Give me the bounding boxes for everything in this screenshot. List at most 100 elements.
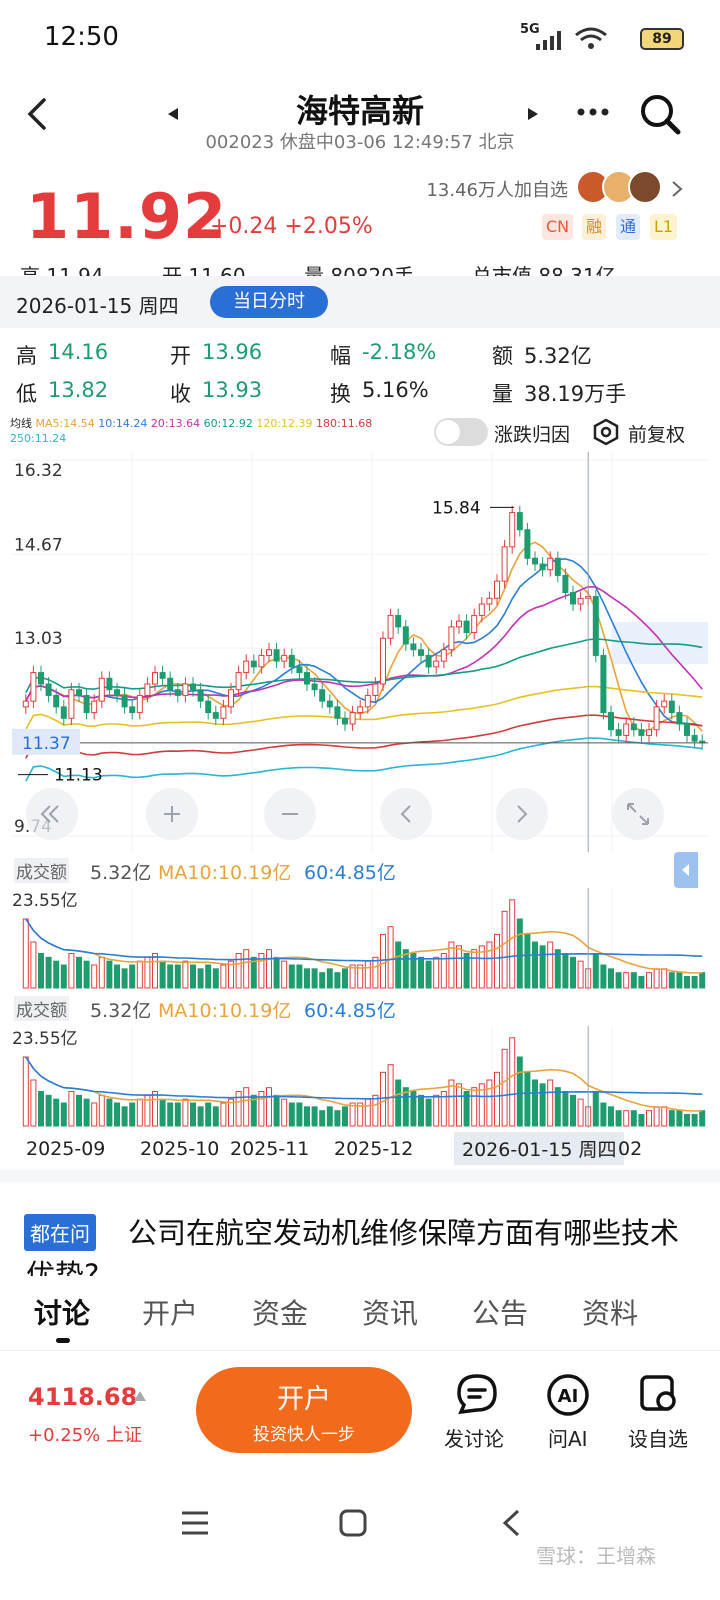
candle-body [68,689,75,719]
min-price-label: 11.13 [54,766,103,786]
candle-body [638,729,645,736]
qa-card[interactable]: 都在问 公司在航空发动机维修保障方面有哪些技术优势? [0,1170,720,1276]
volume-bar [623,1110,630,1127]
status-bar: 12:50 5G 89 [0,0,720,78]
ask-ai-icon[interactable]: AI [546,1373,590,1417]
tab-profile[interactable]: 资料 [582,1292,638,1332]
candle-body [288,654,295,668]
ma-legend: 均线 MA5:14.54 10:14.24 20:13.64 60:12.92 … [10,416,430,450]
volume-ma60-line [25,918,703,962]
volume-bar [273,1094,280,1127]
day-amount: 5.32亿 [524,344,592,368]
volume-bar [129,964,136,989]
index-value[interactable]: 4118.68 [28,1383,137,1411]
candle-body [182,683,189,696]
rise-fall-label[interactable]: 涨跌归因 [494,420,570,447]
adjust-icon[interactable] [592,418,620,446]
volume-bar [266,1087,272,1127]
volume-bar [76,1094,82,1127]
volume-bar [471,1087,478,1127]
candle-body [425,654,432,668]
volume-bar [121,1106,128,1127]
candle-body [524,529,531,559]
volume-bar [562,953,569,989]
post-discussion-label[interactable]: 发讨论 [444,1423,504,1452]
add-watchlist-icon[interactable] [638,1373,680,1415]
candle-body [311,683,318,691]
volume-bar [433,956,440,989]
tab-open-account[interactable]: 开户 [142,1292,198,1332]
candle-body [661,700,668,708]
volume-bar [304,968,310,989]
open-account-button[interactable]: 开户 投资快人一步 [196,1367,412,1453]
followers-count[interactable]: 13.46万人加自选 [426,176,568,202]
post-discussion-icon[interactable] [456,1373,498,1415]
volume-bar [182,1098,189,1127]
system-back-icon[interactable] [500,1508,522,1538]
candle-body [448,626,455,651]
tab-announcements[interactable]: 公告 [472,1292,528,1332]
candle-body [684,723,690,736]
volume-bar [152,1091,158,1127]
volume-bar [22,918,29,989]
tab-capital[interactable]: 资金 [252,1292,308,1332]
volume-bar [38,953,44,989]
candle-body [220,706,227,719]
tab-news[interactable]: 资讯 [362,1292,418,1332]
add-watchlist-label[interactable]: 设自选 [628,1423,688,1452]
volume-bar [319,1110,326,1127]
volume-chart[interactable]: 23.55亿 [12,888,708,990]
search-icon[interactable] [638,92,682,136]
day-open: 13.96 [202,340,263,364]
x-tick: 2025-11 [230,1138,310,1160]
candle-body [440,649,447,662]
volume-bar [562,1091,569,1127]
zoom-out-button[interactable] [264,788,316,840]
bottom-bar: 4118.68 +0.25% 上证 开户 投资快人一步 发讨论 AI 问AI 设… [0,1350,720,1480]
adjust-label[interactable]: 前复权 [628,420,685,447]
tab-discuss[interactable]: 讨论 [34,1292,90,1332]
volume-bar [668,1110,675,1127]
zoom-in-button[interactable] [146,788,198,840]
day-range: -2.18% [362,340,437,364]
volume-bar [273,956,280,989]
qa-question[interactable]: 公司在航空发动机维修保障方面有哪些技术优势? [26,1212,686,1276]
kline-chart[interactable]: 16.3214.6713.039.7415.8411.3711.13 [12,452,708,852]
rewind-button[interactable] [26,788,78,840]
volume-ma60-line [25,1056,703,1100]
home-icon[interactable] [338,1508,368,1538]
recent-apps-icon[interactable] [180,1510,210,1536]
volume-bar [539,1083,546,1127]
volume-chart[interactable]: 23.55亿 [12,1026,708,1128]
wifi-icon [575,27,607,49]
chevron-right-icon[interactable] [670,180,684,198]
volume-panel-header-2: 成交额 5.32亿 MA10:10.19亿 60:4.85亿 [12,994,708,1024]
badge-l1: L1 [650,214,678,240]
collapse-panel-button[interactable] [674,852,698,888]
volume-bar [334,972,341,989]
scroll-left-button[interactable] [380,788,432,840]
day-high: 14.16 [48,340,109,364]
day-low: 13.82 [48,378,109,402]
scroll-right-button[interactable] [496,788,548,840]
candle-body [433,660,440,668]
rise-fall-toggle[interactable] [434,418,488,446]
next-stock-icon[interactable] [526,106,540,122]
volume-bar [684,1114,690,1127]
volume-bar [395,941,402,989]
follower-avatars[interactable] [576,170,666,204]
volume-bar [326,1106,333,1127]
day-stats: 高 14.16 开 13.96 幅 -2.18% 额 5.32亿 低 13.82… [0,334,720,408]
candle-body [456,620,462,628]
fullscreen-button[interactable] [612,788,664,840]
volume-bar [159,960,166,989]
close-label: 收 [170,382,191,406]
more-icon[interactable] [576,106,610,118]
volume-bar [494,933,500,989]
volume-bar [76,956,82,989]
ma-legend-item: 120:12.39 [252,417,313,430]
ask-ai-label[interactable]: 问AI [548,1423,588,1452]
intraday-button[interactable]: 当日分时 [210,286,328,318]
volume-bar [418,956,424,989]
control-circle [612,788,664,840]
